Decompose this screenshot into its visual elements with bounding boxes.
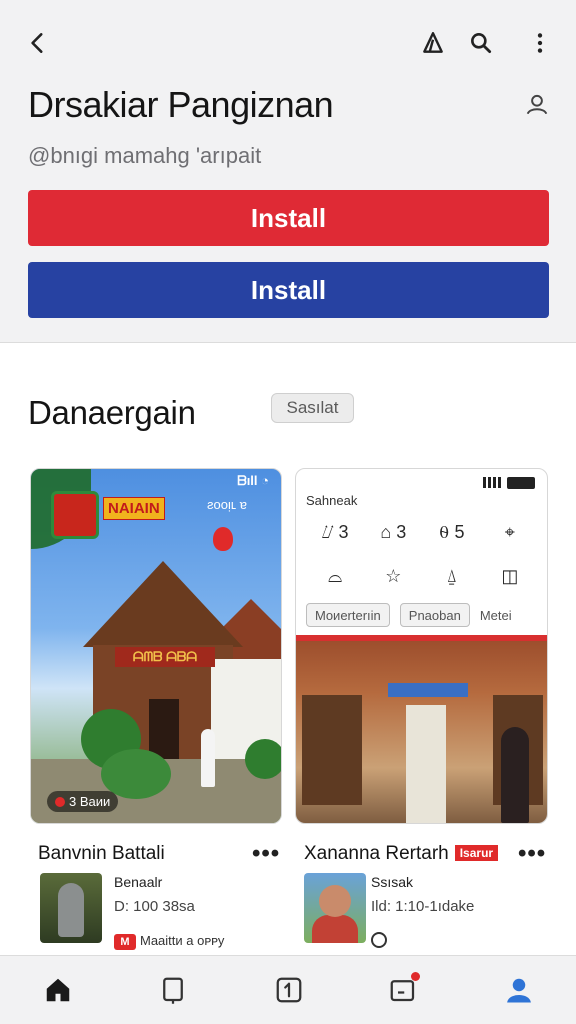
grid-icon: ⌓	[328, 565, 343, 586]
more-options-icon[interactable]: •••	[518, 840, 546, 868]
screen-chip: Pnaoban	[399, 603, 470, 627]
channel-avatar-right[interactable]	[304, 873, 366, 943]
screen-chip: Metei	[479, 607, 512, 623]
grid-icon: ⍬ 5	[438, 521, 465, 542]
channel-name-right: Ssısak	[371, 874, 414, 890]
video-title-right[interactable]: Xananna Rertarh Isarur	[304, 843, 499, 865]
battery-icon	[507, 476, 535, 489]
home-icon[interactable]	[41, 973, 75, 1007]
video-thumbnail-left[interactable]: ᗷıll ◔ NAIAIN ƨooᴉʟ ɐ ᗩᗰᗷ ᗩᗷᗩ 3 Baᴎᴎ	[30, 468, 282, 824]
inbox-icon[interactable]	[386, 972, 420, 1007]
video-thumbnail-right[interactable]: Sahneak ⌰ 3 ⌂ 3 ⍬ 5 ⌖ ⌓ ☆ ⍙ ◫ Moᴎerterıi…	[295, 468, 548, 824]
video-meta-extra: M Maaittᴎ a oᴘᴘy	[114, 933, 224, 950]
shop-door	[406, 705, 446, 823]
clock-icon	[371, 932, 387, 948]
channel-title: Drsakiar Pangiznan	[28, 84, 334, 125]
video-meta-right: Ild: 1:10-1ıdake	[371, 898, 475, 915]
main-roof	[83, 561, 243, 647]
grid-icon: ☆	[385, 565, 402, 586]
plant	[245, 739, 281, 779]
section-chip[interactable]: Sasılat	[271, 393, 354, 423]
grid-icon: ⌖	[504, 521, 515, 542]
screen-icon-grid: ⌰ 3 ⌂ 3 ⍬ 5 ⌖ ⌓ ☆ ⍙ ◫	[306, 519, 539, 589]
emblem-badge	[51, 491, 99, 539]
channel-header: Drsakiar Pangiznan @bnıgi mamahg 'arıpai…	[0, 0, 576, 343]
house-sign: ᗩᗰᗷ ᗩᗷᗩ	[115, 647, 215, 667]
grid-icon: ⌰ 3	[321, 521, 349, 542]
status-indicator: ᗷıll ◔	[237, 473, 269, 488]
person-shirt	[312, 915, 358, 943]
record-dot-icon	[55, 797, 65, 807]
install-button-primary[interactable]: Install	[28, 190, 549, 246]
notification-dot	[411, 972, 420, 981]
channel-name-left: Benaalr	[114, 874, 163, 890]
install-button-secondary[interactable]: Install	[28, 262, 549, 318]
more-vert-icon[interactable]	[522, 25, 558, 61]
view-counter: 3 Baᴎᴎ	[47, 791, 119, 812]
shop-banner	[296, 635, 547, 641]
badge-icon: M	[114, 934, 136, 950]
you-icon[interactable]	[502, 973, 536, 1007]
more-options-icon[interactable]: •••	[252, 840, 280, 868]
phone-status-bar	[483, 475, 535, 489]
shop-sign	[388, 683, 468, 697]
back-arrow-icon[interactable]	[20, 25, 56, 61]
shop-shelf	[302, 695, 362, 805]
video-title-left[interactable]: Banvnin Battali	[38, 843, 165, 865]
person	[201, 729, 215, 787]
video-meta-left: D: 100 38sa	[114, 898, 195, 915]
share-icon[interactable]	[415, 25, 451, 61]
title-tag: Isarur	[454, 845, 499, 861]
signal-icon	[483, 477, 501, 489]
brand-badge: NAIAIN	[103, 497, 165, 520]
meta-extra-text: Maaittᴎ a oᴘᴘy	[140, 933, 225, 948]
screen-chips: Moᴎerterıin Pnaoban Metei	[306, 603, 512, 627]
video-title-text: Xananna Rertarh	[304, 843, 449, 864]
counter-text: 3 Baᴎᴎ	[69, 794, 111, 809]
add-icon[interactable]	[272, 973, 306, 1007]
statue-figure	[58, 883, 84, 937]
thumbnail-subtitle: ƨooᴉʟ ɐ	[207, 497, 247, 512]
search-icon[interactable]	[463, 25, 499, 61]
channel-avatar-left[interactable]	[40, 873, 102, 943]
section-title: Danaergain	[28, 394, 196, 431]
person-face	[319, 885, 351, 917]
shorts-icon[interactable]	[156, 973, 190, 1007]
grid-icon: ◫	[501, 565, 519, 586]
account-icon[interactable]	[519, 86, 555, 122]
channel-handle: @bnıgi mamahg 'arıpait	[28, 143, 262, 168]
balloon	[213, 527, 233, 551]
person	[501, 727, 529, 823]
shop-photo	[296, 635, 547, 823]
bottom-nav	[0, 955, 576, 1024]
grid-icon: ⌂ 3	[380, 521, 407, 542]
screen-chip: Moᴎerterıin	[306, 603, 390, 627]
grid-icon: ⍙	[446, 565, 458, 586]
screen-label: Sahneak	[306, 493, 358, 508]
